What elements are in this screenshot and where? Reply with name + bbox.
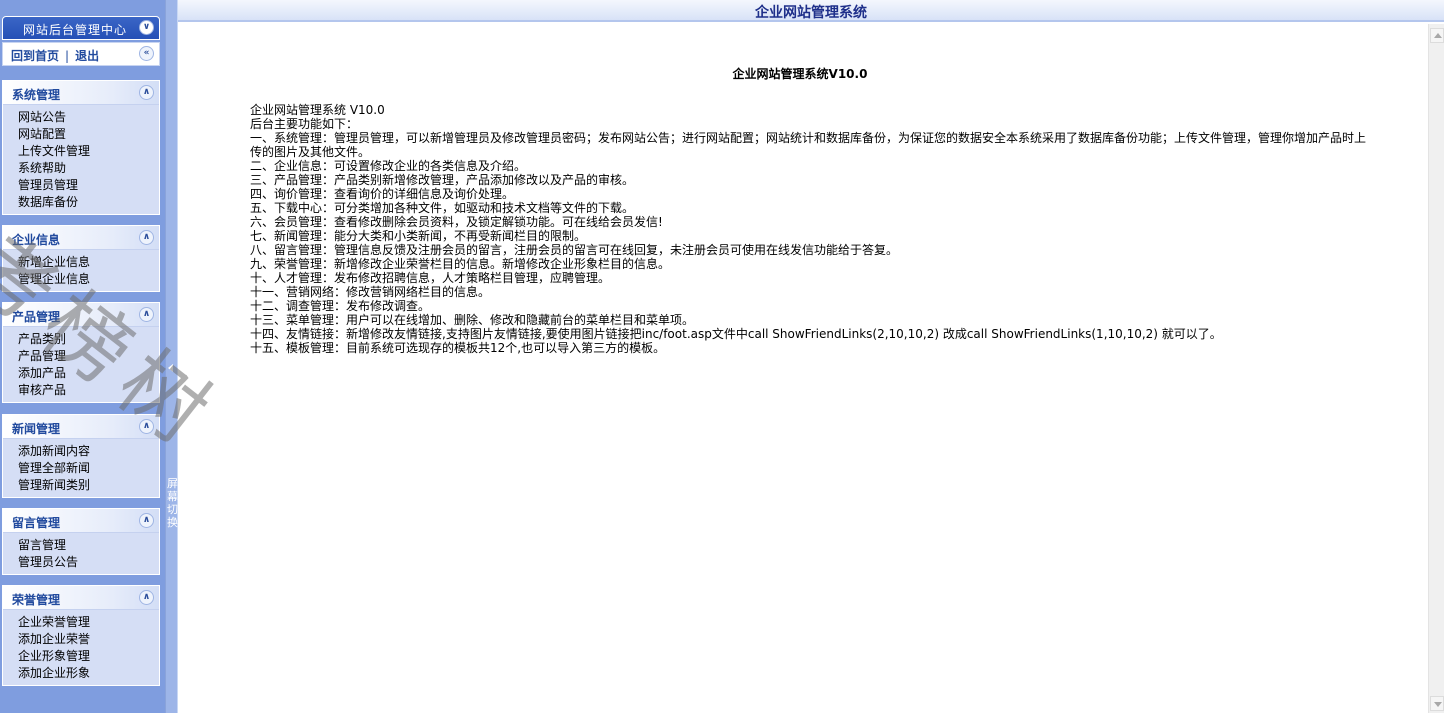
menu-header-products[interactable]: 产品管理 ∧ (3, 303, 159, 327)
menu-item-upload-files[interactable]: 上传文件管理 (18, 143, 159, 160)
chevron-up-icon[interactable]: ∧ (139, 230, 154, 245)
menu-item-add-news[interactable]: 添加新闻内容 (18, 443, 159, 460)
menu-title: 新闻管理 (12, 422, 61, 436)
menu-header-system[interactable]: 系统管理 ∧ (3, 81, 159, 105)
menu-title: 企业信息 (12, 233, 61, 247)
chevron-up-icon[interactable]: ∧ (139, 590, 154, 605)
feature-line: 二、企业信息：可设置修改企业的各类信息及介绍。 (250, 159, 527, 173)
menu-header-honors[interactable]: 荣誉管理 ∧ (3, 586, 159, 610)
collapse-all-icon[interactable]: ∨ (139, 20, 154, 35)
main-content: 企业网站管理系统V10.0 企业网站管理系统 V10.0 后台主要功能如下： 一… (178, 24, 1428, 713)
menu-title: 荣誉管理 (12, 593, 61, 607)
sidebar: 网站后台管理中心 ∨ 回到首页 | 退出 « 系统管理 ∧ 网站公告 网站配置 上传… (0, 0, 165, 713)
home-link[interactable]: 回到首页 (11, 49, 59, 63)
menu-item-add-company-info[interactable]: 新增企业信息 (18, 254, 159, 271)
scroll-down-icon[interactable] (1430, 696, 1444, 711)
top-title-bar: 企业网站管理系统 (178, 0, 1444, 22)
feature-line: 六、会员管理：查看修改删除会员资料，及锁定解锁功能。可在线给会员发信! (250, 215, 663, 229)
menu-item-image-manage[interactable]: 企业形象管理 (18, 648, 159, 665)
menu-item-add-image[interactable]: 添加企业形象 (18, 665, 159, 682)
feature-line: 三、产品管理：产品类别新增修改管理，产品添加修改以及产品的审核。 (250, 173, 635, 187)
collapse-left-icon[interactable] (168, 364, 173, 372)
menu-company: 企业信息 ∧ 新增企业信息 管理企业信息 (2, 225, 160, 292)
menu-item-manage-news[interactable]: 管理全部新闻 (18, 460, 159, 477)
menu-item-product-category[interactable]: 产品类别 (18, 331, 159, 348)
link-separator: | (65, 49, 70, 63)
menu-item-admin-notice[interactable]: 管理员公告 (18, 554, 159, 571)
menu-item-db-backup[interactable]: 数据库备份 (18, 194, 159, 211)
menu-guestbook: 留言管理 ∧ 留言管理 管理员公告 (2, 508, 160, 575)
menu-item-announcement[interactable]: 网站公告 (18, 109, 159, 126)
menu-item-add-product[interactable]: 添加产品 (18, 365, 159, 382)
chevron-up-icon[interactable]: ∧ (139, 419, 154, 434)
sidebar-title: 网站后台管理中心 (23, 23, 128, 37)
menu-title: 留言管理 (12, 516, 61, 530)
sidebar-splitter[interactable]: 屏幕切换 (165, 0, 178, 713)
content-title: 企业网站管理系统V10.0 (732, 67, 868, 81)
feature-line: 八、留言管理：管理信息反馈及注册会员的留言，注册会员的留言可在线回复，未注册会员… (250, 243, 899, 257)
menu-title: 产品管理 (12, 310, 61, 324)
menu-item-add-honor[interactable]: 添加企业荣誉 (18, 631, 159, 648)
chevron-up-icon[interactable]: ∧ (139, 513, 154, 528)
feature-line: 九、荣誉管理：新增修改企业荣誉栏目的信息。新增修改企业形象栏目的信息。 (250, 257, 671, 271)
sidebar-header: 网站后台管理中心 ∨ (2, 16, 160, 40)
menu-item-product-manage[interactable]: 产品管理 (18, 348, 159, 365)
menu-header-guestbook[interactable]: 留言管理 ∧ (3, 509, 159, 533)
chevron-up-icon[interactable]: ∧ (139, 85, 154, 100)
menu-honors: 荣誉管理 ∧ 企业荣誉管理 添加企业荣誉 企业形象管理 添加企业形象 (2, 585, 160, 686)
feature-line: 十一、营销网络：修改营销网络栏目的信息。 (250, 285, 491, 299)
feature-line: 十四、友情链接：新增修改友情链接,支持图片友情链接,要使用图片链接把inc/fo… (250, 327, 1222, 341)
feature-line: 十五、模板管理：目前系统可选现存的模板共12个,也可以导入第三方的模板。 (250, 341, 666, 355)
feature-line: 十二、调查管理：发布修改调查。 (250, 299, 431, 313)
menu-item-system-help[interactable]: 系统帮助 (18, 160, 159, 177)
sidebar-links: 回到首页 | 退出 « (2, 42, 160, 66)
feature-list: 企业网站管理系统 V10.0 后台主要功能如下： 一、系统管理：管理员管理，可以… (250, 103, 1370, 355)
logout-link[interactable]: 退出 (75, 49, 99, 63)
feature-line: 五、下载中心：可分类增加各种文件，如驱动和技术文档等文件的下载。 (250, 201, 635, 215)
feature-line: 后台主要功能如下： (250, 117, 359, 131)
vertical-scrollbar[interactable] (1428, 24, 1444, 713)
feature-line: 十、人才管理：发布修改招聘信息，人才策略栏目管理，应聘管理。 (250, 271, 611, 285)
menu-header-company[interactable]: 企业信息 ∧ (3, 226, 159, 250)
page-title: 企业网站管理系统 (755, 5, 867, 21)
menu-item-honor-manage[interactable]: 企业荣誉管理 (18, 614, 159, 631)
menu-products: 产品管理 ∧ 产品类别 产品管理 添加产品 审核产品 (2, 302, 160, 403)
menu-item-admin-manage[interactable]: 管理员管理 (18, 177, 159, 194)
feature-line: 一、系统管理：管理员管理，可以新增管理员及修改管理员密码；发布网站公告；进行网站… (250, 131, 1367, 159)
menu-title: 系统管理 (12, 88, 61, 102)
menu-item-review-product[interactable]: 审核产品 (18, 382, 159, 399)
scroll-up-icon[interactable] (1430, 28, 1444, 43)
menu-item-manage-company-info[interactable]: 管理企业信息 (18, 271, 159, 288)
chevron-up-icon[interactable]: ∧ (139, 307, 154, 322)
hide-sidebar-icon[interactable]: « (139, 46, 154, 61)
feature-line: 十三、菜单管理：用户可以在线增加、删除、修改和隐藏前台的菜单栏目和菜单项。 (250, 313, 695, 327)
menu-news: 新闻管理 ∧ 添加新闻内容 管理全部新闻 管理新闻类别 (2, 414, 160, 498)
menu-header-news[interactable]: 新闻管理 ∧ (3, 415, 159, 439)
menu-item-site-config[interactable]: 网站配置 (18, 126, 159, 143)
feature-line: 四、询价管理：查看询价的详细信息及询价处理。 (250, 187, 515, 201)
menu-item-news-category[interactable]: 管理新闻类别 (18, 477, 159, 494)
menu-item-guestbook-manage[interactable]: 留言管理 (18, 537, 159, 554)
feature-line: 企业网站管理系统 V10.0 (250, 103, 385, 117)
menu-system: 系统管理 ∧ 网站公告 网站配置 上传文件管理 系统帮助 管理员管理 数据库备份 (2, 80, 160, 215)
feature-line: 七、新闻管理：能分大类和小类新闻，不再受新闻栏目的限制。 (250, 229, 587, 243)
